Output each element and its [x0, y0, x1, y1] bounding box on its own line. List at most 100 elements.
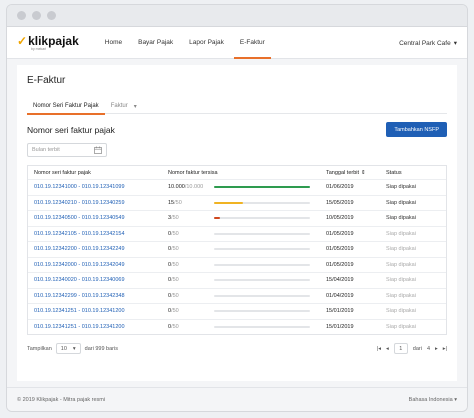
browser-window: ✓ klikpajak by mekari Home Bayar Pajak La… — [6, 4, 468, 412]
header-date-label: Tanggal terbit — [326, 169, 360, 176]
nav-item-e-faktur[interactable]: E-Faktur — [232, 27, 273, 59]
serial-link[interactable]: 010.19.12341251 - 010.19.12341200 — [34, 324, 125, 330]
progress-fill — [214, 217, 220, 220]
date-cell: 15/01/2019 — [326, 308, 354, 315]
page-title: E-Faktur — [27, 75, 66, 86]
language-selector[interactable]: Bahasa Indonesia ▾ — [409, 397, 457, 403]
remaining-count: 3/50 — [168, 215, 179, 222]
progress-fill — [214, 186, 310, 189]
date-cell: 01/04/2019 — [326, 292, 354, 299]
of-pages-label: dari — [412, 345, 422, 352]
window-close-dot[interactable] — [17, 11, 26, 20]
header-remaining: Nomor faktur tersisa — [168, 169, 218, 176]
remaining-cell: 10.000/10.000 — [164, 184, 322, 190]
serial-link[interactable]: 010.19.12340210 - 010.19.12340259 — [34, 200, 125, 206]
table-footer: Tampilkan 10 ▾ dari 999 baris |◂ ◂ 1 dari… — [27, 343, 447, 354]
date-cell: 15/04/2019 — [326, 277, 354, 284]
table-row: 010.19.12341251 - 010.19.12341200 0/50 15/… — [28, 318, 446, 335]
table-row: 010.19.12341251 - 010.19.12341200 0/50 15/… — [28, 303, 446, 319]
main-content: E-Faktur Nomor Seri Faktur Pajak Faktur ▾… — [17, 65, 457, 381]
calendar-icon — [94, 146, 102, 154]
remaining-cell: 0/50 — [164, 308, 322, 314]
date-cell: 15/05/2019 — [326, 199, 354, 206]
date-cell: 10/05/2019 — [326, 215, 354, 222]
serial-link[interactable]: 010.19.12342200 - 010.19.12342249 — [34, 246, 125, 252]
nav-item-home[interactable]: Home — [97, 27, 130, 59]
remaining-cell: 3/50 — [164, 215, 322, 221]
logo-text: klikpajak — [28, 34, 79, 48]
copyright-text: © 2019 Klikpajak - Mitra pajak resmi — [17, 396, 106, 403]
table-row: 010.19.12340500 - 010.19.12340549 3/50 10/… — [28, 210, 446, 226]
progress-fill — [214, 201, 243, 204]
table-row: 010.19.12340020 - 010.19.12340069 0/50 15/… — [28, 272, 446, 288]
remaining-cell: 0/50 — [164, 262, 322, 268]
remaining-cell: 0/50 — [164, 246, 322, 252]
nav-item-bayar-pajak[interactable]: Bayar Pajak — [130, 27, 181, 59]
tab-label: Nomor Seri Faktur Pajak — [33, 103, 99, 109]
remaining-count: 10.000/10.000 — [168, 184, 204, 191]
rows-total-label: dari 999 baris — [84, 345, 118, 352]
tab-nomor-seri[interactable]: Nomor Seri Faktur Pajak — [27, 98, 105, 115]
tab-faktur[interactable]: Faktur ▾ — [105, 98, 143, 114]
table-header-row: Nomor seri faktur pajak Nomor faktur ter… — [28, 166, 446, 179]
status-cell: Siap dipakai — [386, 215, 416, 222]
sort-icon: ⇕ — [361, 169, 366, 176]
language-label: Bahasa Indonesia — [408, 396, 453, 403]
total-pages: 4 — [426, 345, 431, 352]
table-row: 010.19.12342299 - 010.19.12342348 0/50 01/… — [28, 287, 446, 304]
serial-link[interactable]: 010.19.12340500 - 010.19.12340549 — [34, 215, 125, 221]
status-cell: Siap dipakai — [386, 277, 416, 284]
remaining-count: 0/50 — [168, 323, 179, 330]
show-label: Tampilkan — [27, 345, 52, 352]
remaining-count: 0/50 — [168, 230, 179, 237]
section-header: Nomor seri faktur pajak Tambahkan NSFP — [27, 122, 447, 137]
serial-link[interactable]: 010.19.12342299 - 010.19.12342348 — [34, 293, 125, 299]
serial-link[interactable]: 010.19.12341251 - 010.19.12341200 — [34, 308, 125, 314]
section-title: Nomor seri faktur pajak — [27, 124, 115, 135]
date-cell: 01/05/2019 — [326, 230, 354, 237]
tab-label: Faktur — [110, 103, 128, 109]
first-page-icon[interactable]: |◂ — [377, 346, 381, 352]
next-page-icon[interactable]: ▸ — [435, 346, 438, 352]
header-date[interactable]: Tanggal terbit ⇕ — [322, 170, 382, 176]
header-status: Status — [386, 169, 402, 176]
company-name: Central Park Cafe — [399, 39, 451, 47]
rows-per-page-select[interactable]: 10 ▾ — [55, 343, 81, 354]
status-cell: Siap dipakai — [386, 261, 416, 268]
remaining-count: 15/50 — [168, 199, 182, 206]
prev-page-icon[interactable]: ◂ — [386, 346, 389, 352]
table-row: 010.19.12342105 - 010.19.12342154 0/50 01/… — [28, 225, 446, 242]
logo-subtext: by mekari — [31, 47, 47, 51]
remaining-count: 0/50 — [168, 292, 179, 299]
window-minimize-dot[interactable] — [32, 11, 41, 20]
serial-link[interactable]: 010.19.12342105 - 010.19.12342154 — [34, 231, 125, 237]
top-navigation: ✓ klikpajak by mekari Home Bayar Pajak La… — [7, 27, 467, 59]
remaining-count: 0/50 — [168, 308, 179, 315]
table-body: 010.19.12341000 - 010.19.12341099 10.000/… — [28, 179, 446, 334]
table-row: 010.19.12342000 - 010.19.12342049 0/50 01/… — [28, 256, 446, 273]
add-nsfp-button[interactable]: Tambahkan NSFP — [386, 122, 447, 137]
status-cell: Siap dipakai — [386, 308, 416, 315]
serial-link[interactable]: 010.19.12342000 - 010.19.12342049 — [34, 262, 125, 268]
window-maximize-dot[interactable] — [47, 11, 56, 20]
serial-link[interactable]: 010.19.12340020 - 010.19.12340069 — [34, 277, 125, 283]
company-selector[interactable]: Central Park Cafe ▾ — [399, 27, 457, 59]
table-row: 010.19.12340210 - 010.19.12340259 15/50 15… — [28, 194, 446, 211]
chevron-down-icon: ▾ — [72, 345, 76, 352]
serial-link[interactable]: 010.19.12341000 - 010.19.12341099 — [34, 184, 125, 190]
remaining-cell: 15/50 — [164, 200, 322, 206]
window-titlebar — [7, 5, 467, 27]
chevron-down-icon: ▾ — [454, 396, 457, 403]
tab-bar: Nomor Seri Faktur Pajak Faktur ▾ — [27, 98, 447, 115]
remaining-cell: 0/50 — [164, 277, 322, 283]
month-filter-input[interactable]: Bulan terbit — [27, 143, 107, 157]
klikpajak-logo[interactable]: ✓ klikpajak by mekari — [17, 34, 79, 51]
page-number-input[interactable]: 1 — [393, 343, 408, 354]
remaining-progress-bar — [214, 201, 310, 204]
remaining-progress-bar — [214, 248, 310, 251]
remaining-cell: 0/50 — [164, 231, 322, 237]
remaining-count: 0/50 — [168, 261, 179, 268]
nav-item-lapor-pajak[interactable]: Lapor Pajak — [181, 27, 232, 59]
pagination: |◂ ◂ 1 dari 4 ▸ ▸| — [377, 343, 447, 354]
last-page-icon[interactable]: ▸| — [443, 346, 447, 352]
